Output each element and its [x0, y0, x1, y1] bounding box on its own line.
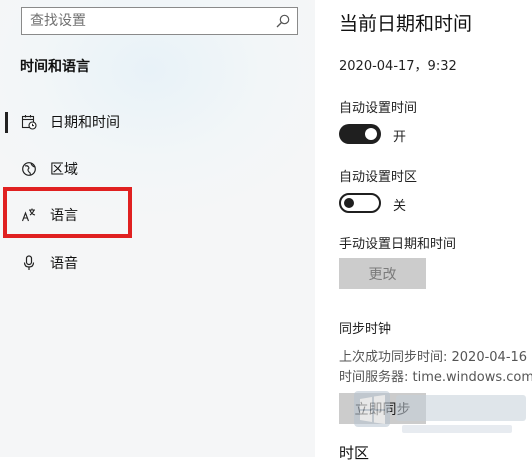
auto-timezone-state: 关	[393, 199, 407, 214]
toggle-knob	[365, 128, 377, 140]
last-sync-text: 上次成功同步时间: 2020-04-16	[339, 350, 528, 365]
section-title: 时间和语言	[20, 59, 90, 75]
change-button[interactable]: 更改	[339, 258, 426, 289]
sidebar-item-label: 语音	[50, 256, 78, 272]
current-datetime: 2020-04-17，9:32	[339, 59, 457, 74]
globe-region-icon	[22, 162, 36, 176]
page-title: 当前日期和时间	[339, 13, 473, 35]
auto-time-toggle[interactable]	[339, 124, 381, 144]
sidebar-item-label: 日期和时间	[50, 115, 120, 131]
toggle-knob	[344, 198, 354, 208]
sidebar: 时间和语言 日期和时间 区域 语言	[0, 0, 315, 457]
sync-now-button[interactable]: 立即同步	[339, 393, 426, 424]
sidebar-item-region[interactable]: 区域	[0, 151, 300, 187]
time-server-text: 时间服务器: time.windows.com	[339, 370, 532, 385]
search-box[interactable]	[21, 7, 298, 35]
sidebar-item-label: 区域	[50, 162, 78, 178]
sidebar-item-speech[interactable]: 语音	[0, 245, 300, 281]
language-highlight-box	[3, 187, 132, 238]
search-input[interactable]	[30, 11, 270, 31]
manual-datetime-label: 手动设置日期和时间	[339, 237, 457, 252]
timezone-heading: 时区	[339, 444, 370, 462]
microphone-icon	[23, 255, 35, 270]
auto-time-state: 开	[393, 130, 407, 145]
auto-timezone-label: 自动设置时区	[339, 170, 418, 185]
sidebar-item-date-time[interactable]: 日期和时间	[0, 104, 300, 140]
calendar-clock-icon	[21, 115, 37, 130]
sync-heading: 同步时钟	[339, 322, 392, 337]
auto-time-label: 自动设置时间	[339, 101, 418, 116]
search-icon[interactable]	[275, 13, 291, 29]
main-content: 当前日期和时间 2020-04-17，9:32 自动设置时间 开 自动设置时区 …	[339, 0, 532, 462]
auto-timezone-toggle[interactable]	[339, 193, 381, 213]
